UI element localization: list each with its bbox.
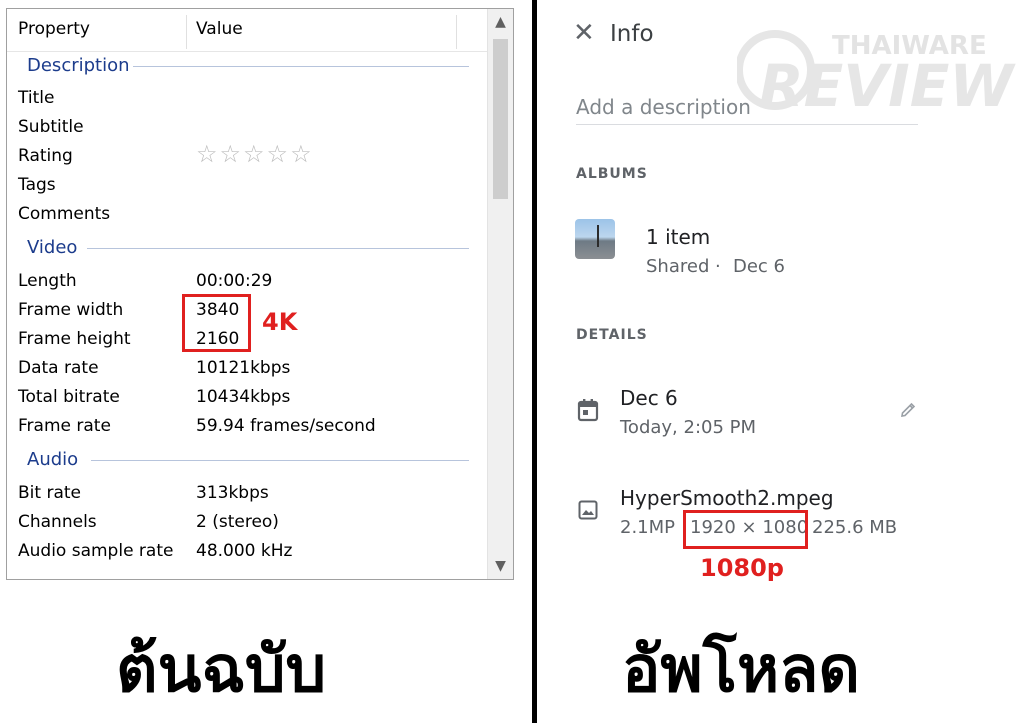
watermark-bottom-text: REVIEW — [759, 52, 1016, 120]
album-date: Dec 6 — [733, 256, 786, 277]
column-divider-end[interactable] — [456, 15, 457, 49]
row-title[interactable]: Title — [18, 88, 54, 108]
info-panel: THAIWARE REVIEW ✕ Info Add a description… — [537, 0, 1030, 723]
album-separator: · — [715, 256, 721, 277]
properties-header: Property Value — [7, 9, 487, 52]
row-channels-value[interactable]: 2 (stereo) — [196, 512, 279, 532]
section-video: Video — [27, 237, 78, 258]
row-length-value[interactable]: 00:00:29 — [196, 271, 272, 291]
watermark-logo: THAIWARE REVIEW — [737, 30, 1016, 120]
details-heading: DETAILS — [576, 327, 648, 343]
annotation-1080p: 1080p — [700, 554, 784, 582]
file-name: HyperSmooth2.mpeg — [620, 486, 834, 510]
calendar-icon — [577, 399, 599, 422]
section-description: Description — [27, 55, 130, 76]
row-subtitle[interactable]: Subtitle — [18, 117, 84, 137]
row-bit-rate-label[interactable]: Bit rate — [18, 483, 81, 503]
row-bit-rate-value[interactable]: 313kbps — [196, 483, 269, 503]
row-frame-rate-label[interactable]: Frame rate — [18, 416, 111, 436]
album-thumbnail[interactable] — [575, 219, 615, 259]
caption-original: ต้นฉบับ — [116, 633, 327, 707]
rating-stars[interactable]: ☆☆☆☆☆ — [196, 140, 314, 168]
capture-time: Today, 2:05 PM — [620, 417, 757, 438]
section-rule — [87, 248, 469, 249]
column-value[interactable]: Value — [196, 19, 243, 39]
row-channels-label[interactable]: Channels — [18, 512, 97, 532]
row-data-rate-value[interactable]: 10121kbps — [196, 358, 290, 378]
row-data-rate-label[interactable]: Data rate — [18, 358, 99, 378]
properties-panel: Property Value Description Title Subtitl… — [6, 8, 514, 580]
column-property[interactable]: Property — [18, 19, 90, 39]
row-frame-rate-value[interactable]: 59.94 frames/second — [196, 416, 376, 436]
scroll-down-arrow-icon[interactable]: ▼ — [488, 555, 513, 577]
capture-date: Dec 6 — [620, 386, 678, 410]
upload-resolution-highlight-box — [683, 510, 808, 549]
album-count[interactable]: 1 item — [646, 225, 710, 249]
panel-title: Info — [610, 21, 654, 47]
albums-heading: ALBUMS — [576, 166, 648, 182]
column-divider[interactable] — [186, 15, 187, 49]
description-input[interactable]: Add a description — [576, 95, 751, 119]
caption-upload: อัพโหลด — [622, 633, 860, 707]
file-size: 225.6 MB — [812, 517, 898, 538]
row-total-bitrate-label[interactable]: Total bitrate — [18, 387, 120, 407]
resolution-highlight-box — [182, 294, 251, 352]
row-rating[interactable]: Rating — [18, 146, 73, 166]
pencil-icon[interactable] — [899, 401, 917, 419]
vertical-scrollbar[interactable]: ▲ ▼ — [487, 9, 513, 579]
description-underline — [576, 124, 918, 125]
row-comments[interactable]: Comments — [18, 204, 110, 224]
row-total-bitrate-value[interactable]: 10434kbps — [196, 387, 290, 407]
annotation-4k: 4K — [262, 308, 298, 336]
album-shared: Shared — [646, 256, 710, 277]
section-audio: Audio — [27, 449, 79, 470]
row-sample-rate-label[interactable]: Audio sample rate — [18, 541, 173, 561]
close-icon[interactable]: ✕ — [573, 18, 595, 48]
row-frame-width-label[interactable]: Frame width — [18, 300, 123, 320]
scroll-up-arrow-icon[interactable]: ▲ — [488, 11, 513, 33]
row-tags[interactable]: Tags — [18, 175, 56, 195]
scroll-thumb[interactable] — [493, 39, 508, 199]
file-megapixels: 2.1MP — [620, 517, 676, 538]
section-rule — [91, 460, 469, 461]
row-length-label[interactable]: Length — [18, 271, 77, 291]
row-frame-height-label[interactable]: Frame height — [18, 329, 131, 349]
section-rule — [133, 66, 469, 67]
image-icon — [578, 500, 598, 520]
row-sample-rate-value[interactable]: 48.000 kHz — [196, 541, 292, 561]
